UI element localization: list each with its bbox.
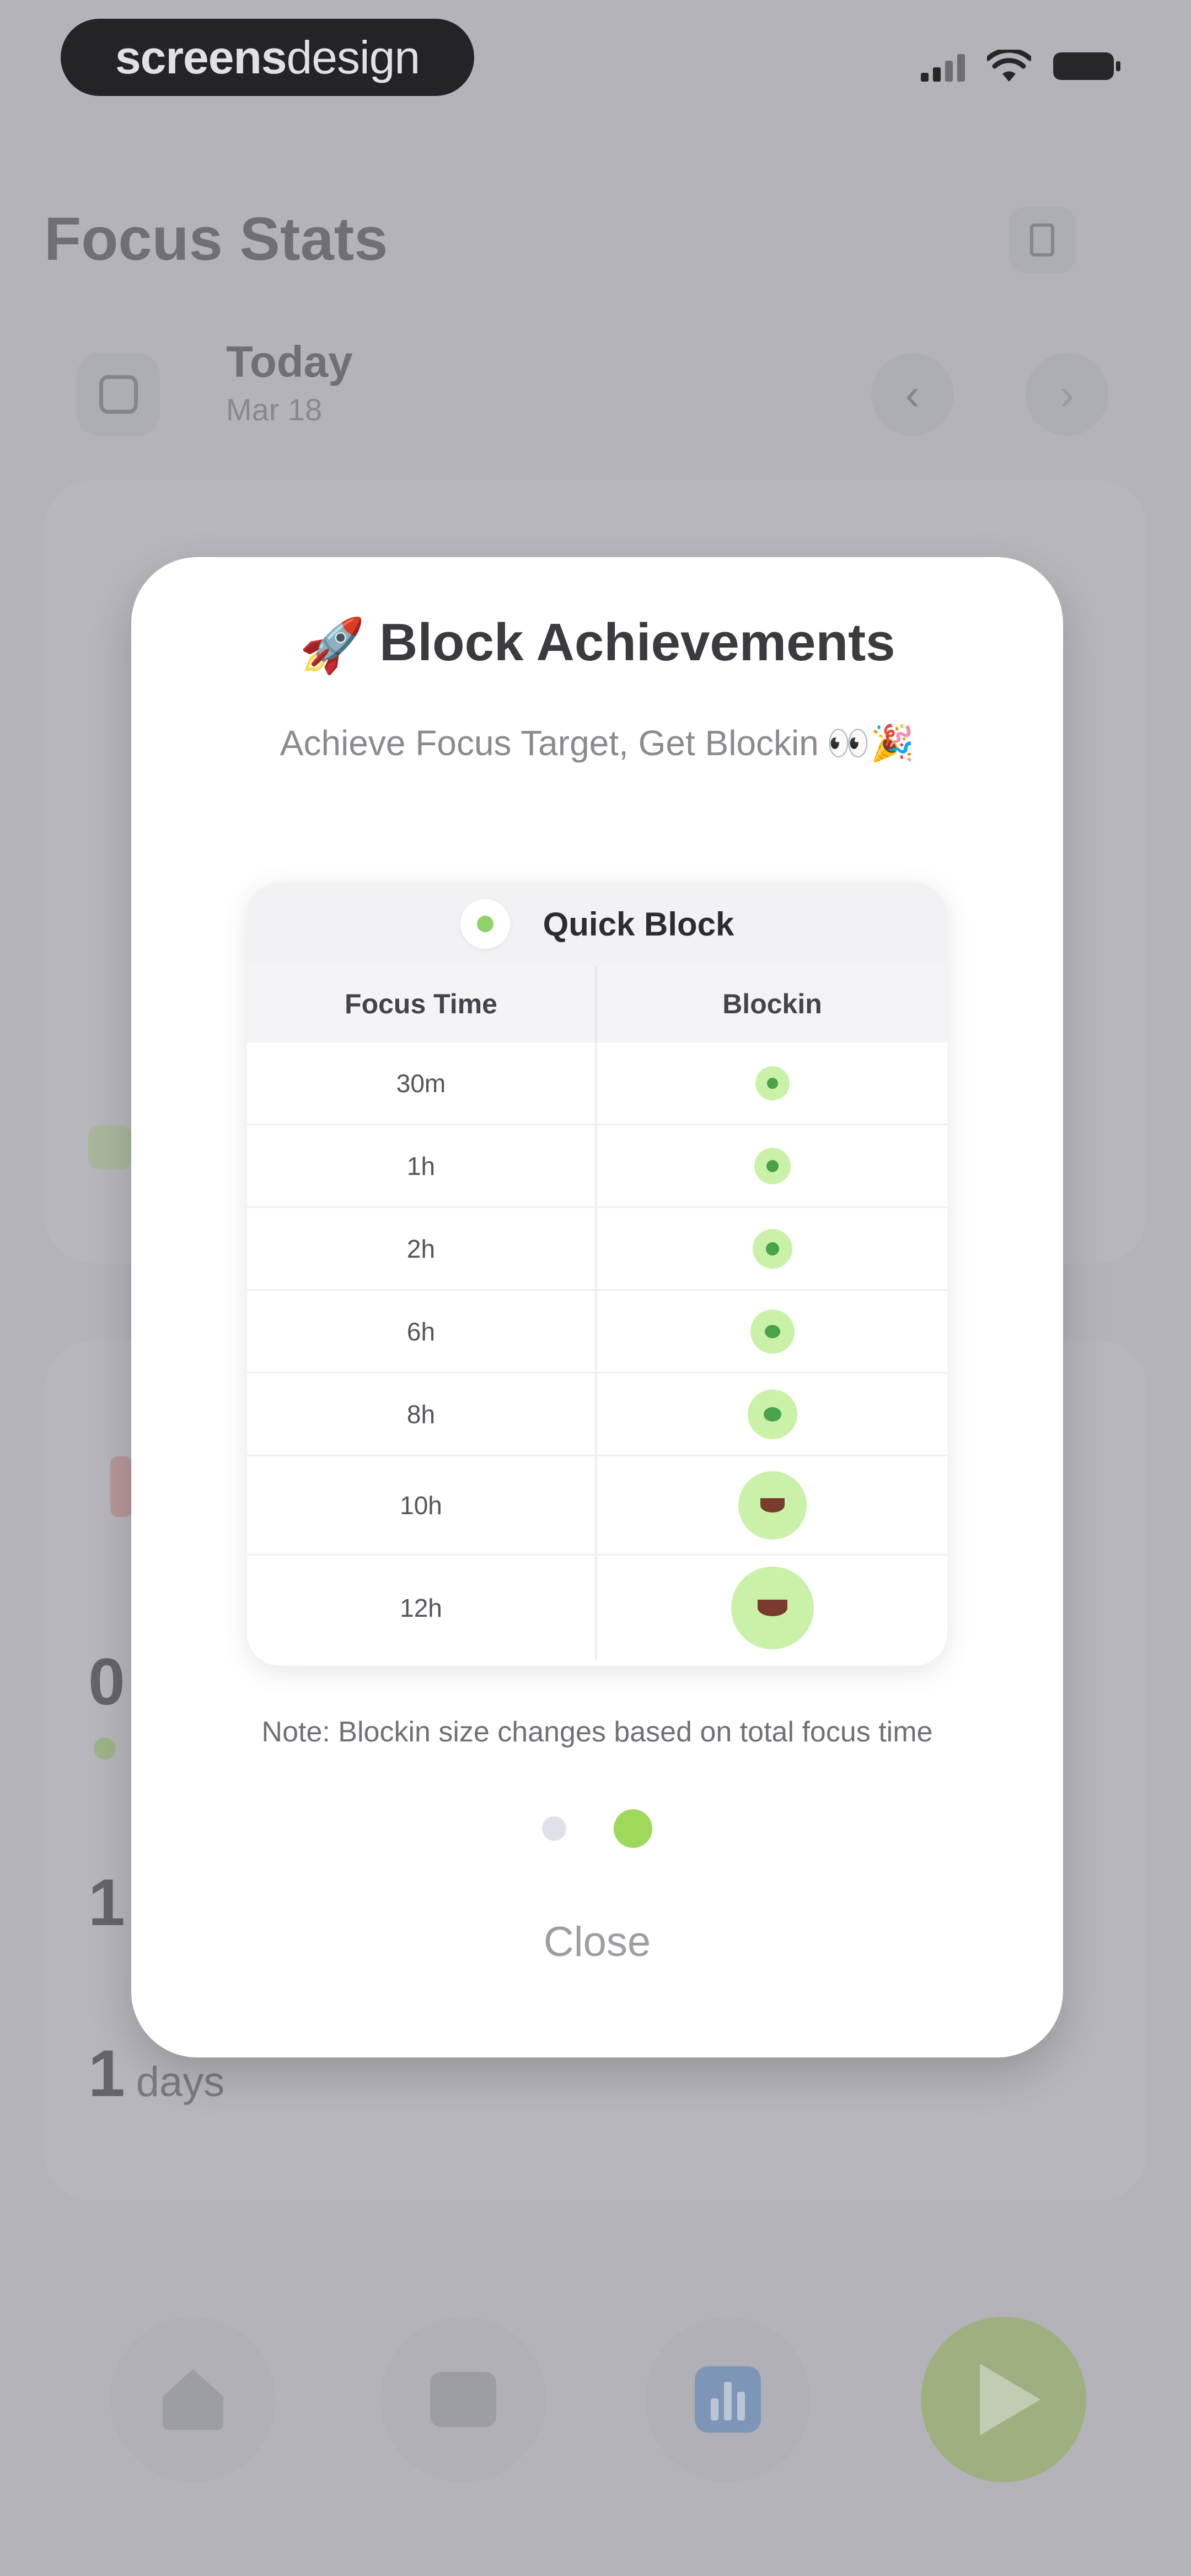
blockin-cell	[597, 1456, 947, 1554]
table-body: 30m 1h 2h 6h 8h 10h 12h	[247, 1043, 947, 1660]
blockin-small-icon	[752, 1228, 792, 1269]
blockin-small-icon	[750, 1309, 795, 1354]
page-dot-1[interactable]	[542, 1816, 566, 1841]
blockin-cell	[597, 1373, 947, 1455]
focus-time-cell: 12h	[247, 1556, 597, 1660]
table-row: 8h	[247, 1373, 947, 1456]
table-header: Focus Time Blockin	[247, 965, 947, 1043]
modal-title: 🚀 Block Achievements	[131, 612, 1063, 677]
table-row: 30m	[247, 1043, 947, 1125]
focus-time-cell: 10h	[247, 1456, 597, 1554]
focus-time-cell: 6h	[247, 1291, 597, 1372]
pagination-dots	[131, 1809, 1063, 1848]
close-button[interactable]: Close	[487, 1903, 707, 1980]
table-title-text: Quick Block	[543, 905, 734, 943]
page-dot-2-active[interactable]	[614, 1809, 652, 1848]
rocket-icon: 🚀	[299, 616, 366, 675]
focus-time-cell: 1h	[247, 1125, 597, 1206]
table-row: 12h	[247, 1556, 947, 1660]
achievement-table: Quick Block Focus Time Blockin 30m 1h 2h…	[247, 883, 947, 1666]
modal-subtitle-text: Achieve Focus Target, Get Blockin	[280, 723, 819, 763]
note-text: Note: Blockin size changes based on tota…	[261, 1716, 933, 1748]
blockin-cell	[597, 1043, 947, 1124]
table-row: 2h	[247, 1208, 947, 1291]
focus-time-cell: 2h	[247, 1208, 597, 1289]
eyes-party-icon: 👀🎉	[826, 723, 915, 763]
blockin-medium-icon	[747, 1389, 797, 1439]
table-title: Quick Block	[247, 883, 947, 965]
blockin-xlarge-icon	[731, 1567, 814, 1649]
modal-title-text: Block Achievements	[379, 613, 895, 672]
blockin-cell	[597, 1125, 947, 1206]
blockin-cell	[597, 1556, 947, 1660]
column-header-blockin: Blockin	[722, 988, 822, 1019]
table-row: 1h	[247, 1125, 947, 1208]
blockin-tiny-icon	[754, 1147, 791, 1184]
blockin-cell	[597, 1291, 947, 1372]
quick-block-icon	[460, 899, 510, 949]
blockin-tiny-icon	[755, 1066, 790, 1100]
blockin-large-icon	[738, 1471, 807, 1540]
table-row: 10h	[247, 1456, 947, 1556]
blockin-cell	[597, 1208, 947, 1289]
column-header-focus-time: Focus Time	[247, 965, 597, 1043]
modal-subtitle: Achieve Focus Target, Get Blockin 👀🎉	[131, 723, 1063, 764]
focus-time-cell: 8h	[247, 1373, 597, 1455]
table-row: 6h	[247, 1291, 947, 1373]
block-achievements-modal: 🚀 Block Achievements Achieve Focus Target…	[131, 557, 1063, 2057]
focus-time-cell: 30m	[247, 1043, 597, 1124]
